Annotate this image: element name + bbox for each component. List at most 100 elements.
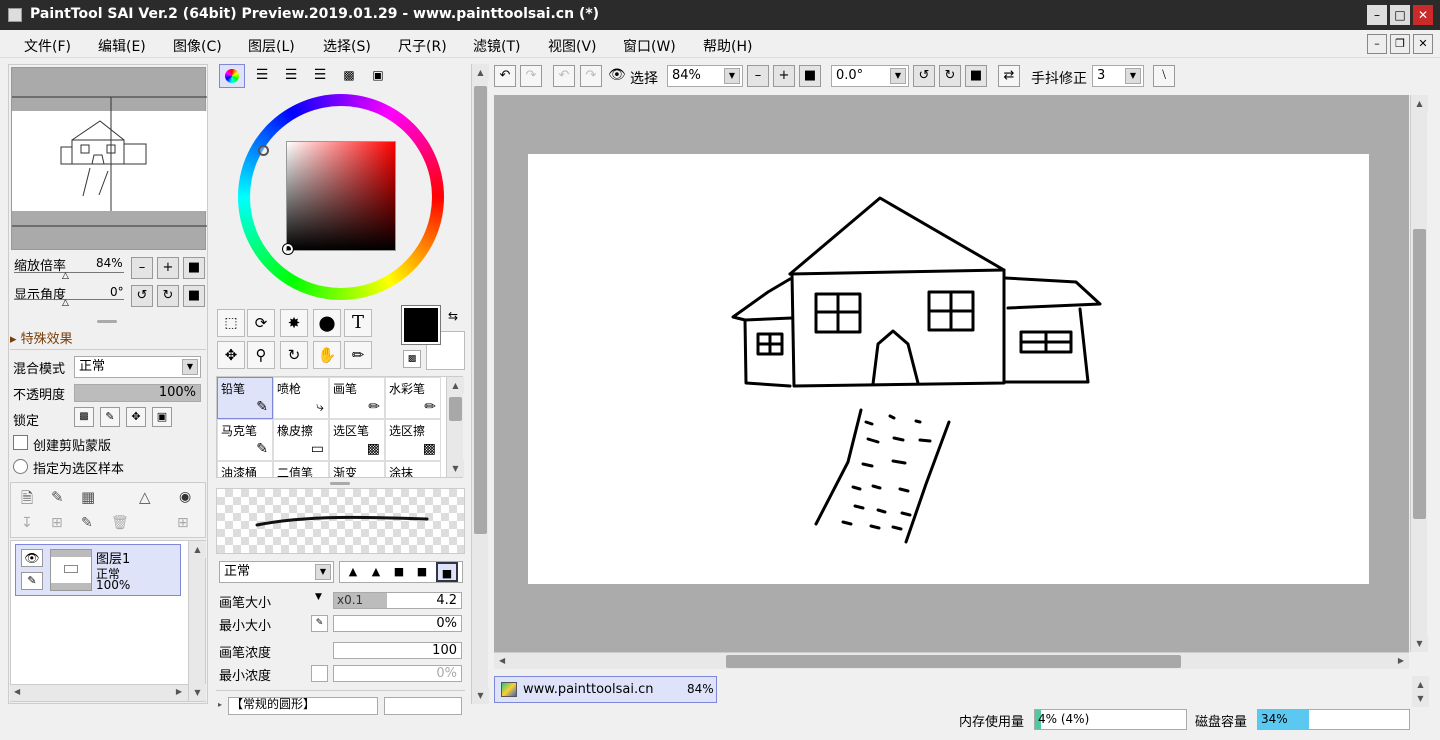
angle-select[interactable]: 0.0° ▼: [831, 65, 909, 87]
menu-view[interactable]: 视图(V): [548, 36, 597, 56]
pencil-icon[interactable]: ✎: [21, 572, 43, 590]
scroll-down-arrow[interactable]: ▼: [447, 460, 464, 477]
maximize-button[interactable]: □: [1390, 5, 1410, 25]
zoom-in-button[interactable]: +: [157, 257, 179, 279]
brush-eraser[interactable]: 橡皮擦 ▭: [273, 419, 329, 461]
brush-mode-select[interactable]: 正常 ▼: [219, 561, 334, 583]
zoom-reset-button[interactable]: ■: [183, 257, 205, 279]
panel-splitter[interactable]: [97, 320, 117, 323]
doc-minimize-button[interactable]: –: [1367, 34, 1387, 54]
zoom-slider-handle[interactable]: △: [62, 271, 69, 281]
brush-watercolor[interactable]: 水彩笔 ✏: [385, 377, 441, 419]
doc-restore-button[interactable]: ❐: [1390, 34, 1410, 54]
minimize-button[interactable]: –: [1367, 5, 1387, 25]
rgb-sliders-tab[interactable]: ☰: [250, 64, 274, 88]
brush-select-eraser[interactable]: 选区擦 ▩: [385, 419, 441, 461]
zoom-slider[interactable]: [14, 272, 124, 273]
swap-colors-icon[interactable]: ⇆: [448, 309, 458, 323]
tools-scrollbar[interactable]: ▲ ▼: [471, 64, 489, 704]
brush-pencil[interactable]: 铅笔 ✎: [217, 377, 273, 419]
layer-hscrollbar[interactable]: ◀ ▶: [10, 684, 188, 701]
mask-icon[interactable]: ◉: [179, 489, 191, 505]
straight-line-button[interactable]: ⧵: [1153, 65, 1175, 87]
scroll-up-arrow[interactable]: ▲: [1411, 95, 1428, 112]
min-density-slider[interactable]: 0%: [333, 665, 462, 682]
canvas-viewport[interactable]: [494, 95, 1409, 652]
zoom-select[interactable]: 84% ▼: [667, 65, 743, 87]
edge-harder-icon[interactable]: ■: [411, 562, 433, 582]
scroll-down-arrow[interactable]: ▼: [189, 684, 206, 701]
document-tab[interactable]: www.painttoolsai.cn 84%: [494, 676, 717, 703]
brush-airbrush[interactable]: 喷枪 ⤷: [273, 377, 329, 419]
lock-move-icon[interactable]: ✥: [126, 407, 146, 427]
new-linework-layer-icon[interactable]: ✎: [51, 488, 64, 506]
canvas-page[interactable]: [528, 154, 1369, 584]
scroll-thumb[interactable]: [449, 397, 462, 421]
opacity-slider[interactable]: 100%: [74, 384, 201, 402]
edge-hardest-icon[interactable]: ■: [436, 562, 458, 582]
min-size-slider[interactable]: 0%: [333, 615, 462, 632]
toolbar-rotate-right-button[interactable]: ↻: [939, 65, 961, 87]
effects-toggle[interactable]: ▸ 特殊效果: [10, 328, 73, 347]
scroll-down-arrow[interactable]: ▼: [472, 687, 489, 704]
scroll-thumb[interactable]: [726, 655, 1181, 668]
brush-scrollbar[interactable]: ▲ ▼: [446, 377, 464, 477]
flip-horizontal-button[interactable]: ⇄: [998, 65, 1020, 87]
brush-binary[interactable]: 二值笔: [273, 461, 329, 477]
hue-handle[interactable]: [258, 145, 269, 156]
undo-button[interactable]: ↶: [494, 65, 516, 87]
rotate-right-button[interactable]: ↻: [157, 285, 179, 307]
brush-shape-select[interactable]: 【常规的圆形】: [228, 697, 378, 715]
apply-mask-icon[interactable]: ⊞: [177, 515, 189, 531]
pressure-icon[interactable]: ✎: [311, 615, 328, 632]
angle-slider-handle[interactable]: △: [62, 298, 69, 308]
magic-wand-icon[interactable]: ✸: [280, 309, 308, 337]
canvas-hscrollbar[interactable]: ◀ ▶: [494, 652, 1409, 669]
primary-color[interactable]: [401, 305, 441, 345]
scratchpad-tab[interactable]: ▣: [366, 64, 390, 88]
hand-icon[interactable]: ✋: [313, 341, 341, 369]
menu-file[interactable]: 文件(F): [24, 36, 71, 56]
toolbar-zoom-reset-button[interactable]: ■: [799, 65, 821, 87]
new-layer-icon[interactable]: 🗎: [21, 488, 33, 513]
hsv-sliders-tab[interactable]: ☰: [279, 64, 303, 88]
text-tool-icon[interactable]: T: [344, 309, 372, 337]
scroll-up-arrow[interactable]: ▲: [447, 377, 464, 394]
brush-bucket[interactable]: 油漆桶: [217, 461, 273, 477]
new-folder-icon[interactable]: ▦: [81, 488, 95, 506]
layer-scrollbar[interactable]: ▲ ▼: [188, 541, 206, 701]
menu-help[interactable]: 帮助(H): [703, 36, 752, 56]
delete-layer-icon[interactable]: 🗑: [111, 515, 129, 531]
brush-smudge[interactable]: 涂抹: [385, 461, 441, 477]
clear-layer-icon[interactable]: ✎: [81, 515, 93, 531]
toolbar-rotate-reset-button[interactable]: ■: [965, 65, 987, 87]
deselect-button[interactable]: ↶: [553, 65, 575, 87]
brush-select-pen[interactable]: 选区笔 ▩: [329, 419, 385, 461]
expand-arrow-icon[interactable]: ▸: [218, 700, 222, 709]
scroll-thumb[interactable]: [474, 86, 487, 534]
scroll-up-arrow[interactable]: ▲: [472, 64, 489, 81]
sv-handle[interactable]: [282, 243, 294, 255]
eyedropper-icon[interactable]: ✏: [344, 341, 372, 369]
edge-soft-icon[interactable]: ▲: [342, 562, 364, 582]
toolbar-zoom-out-button[interactable]: –: [747, 65, 769, 87]
panel-splitter[interactable]: [330, 482, 350, 485]
brush-texture-select[interactable]: [384, 697, 462, 715]
zoom-out-button[interactable]: –: [131, 257, 153, 279]
density-slider[interactable]: 100: [333, 642, 462, 659]
eye-icon[interactable]: 👁: [608, 67, 626, 83]
mixer-tab[interactable]: ☰: [308, 64, 332, 88]
rotate-icon[interactable]: ↻: [280, 341, 308, 369]
rect-select-icon[interactable]: ⬚: [217, 309, 245, 337]
lock-all-icon[interactable]: ▣: [152, 407, 172, 427]
sample-radio[interactable]: [13, 459, 28, 474]
invert-selection-button[interactable]: ↷: [580, 65, 602, 87]
eye-icon[interactable]: 👁: [21, 549, 43, 567]
chevron-down-icon[interactable]: ▼: [315, 592, 322, 602]
transfer-down-icon[interactable]: ↧: [21, 515, 33, 531]
blend-mode-select[interactable]: 正常 ▼: [74, 356, 201, 378]
layer-row[interactable]: 👁 ✎ 图层1 正常 100%: [15, 544, 181, 596]
brush-marker[interactable]: 马克笔 ✎: [217, 419, 273, 461]
brush-brush[interactable]: 画笔 ✏: [329, 377, 385, 419]
brush-gradient[interactable]: 渐变: [329, 461, 385, 477]
